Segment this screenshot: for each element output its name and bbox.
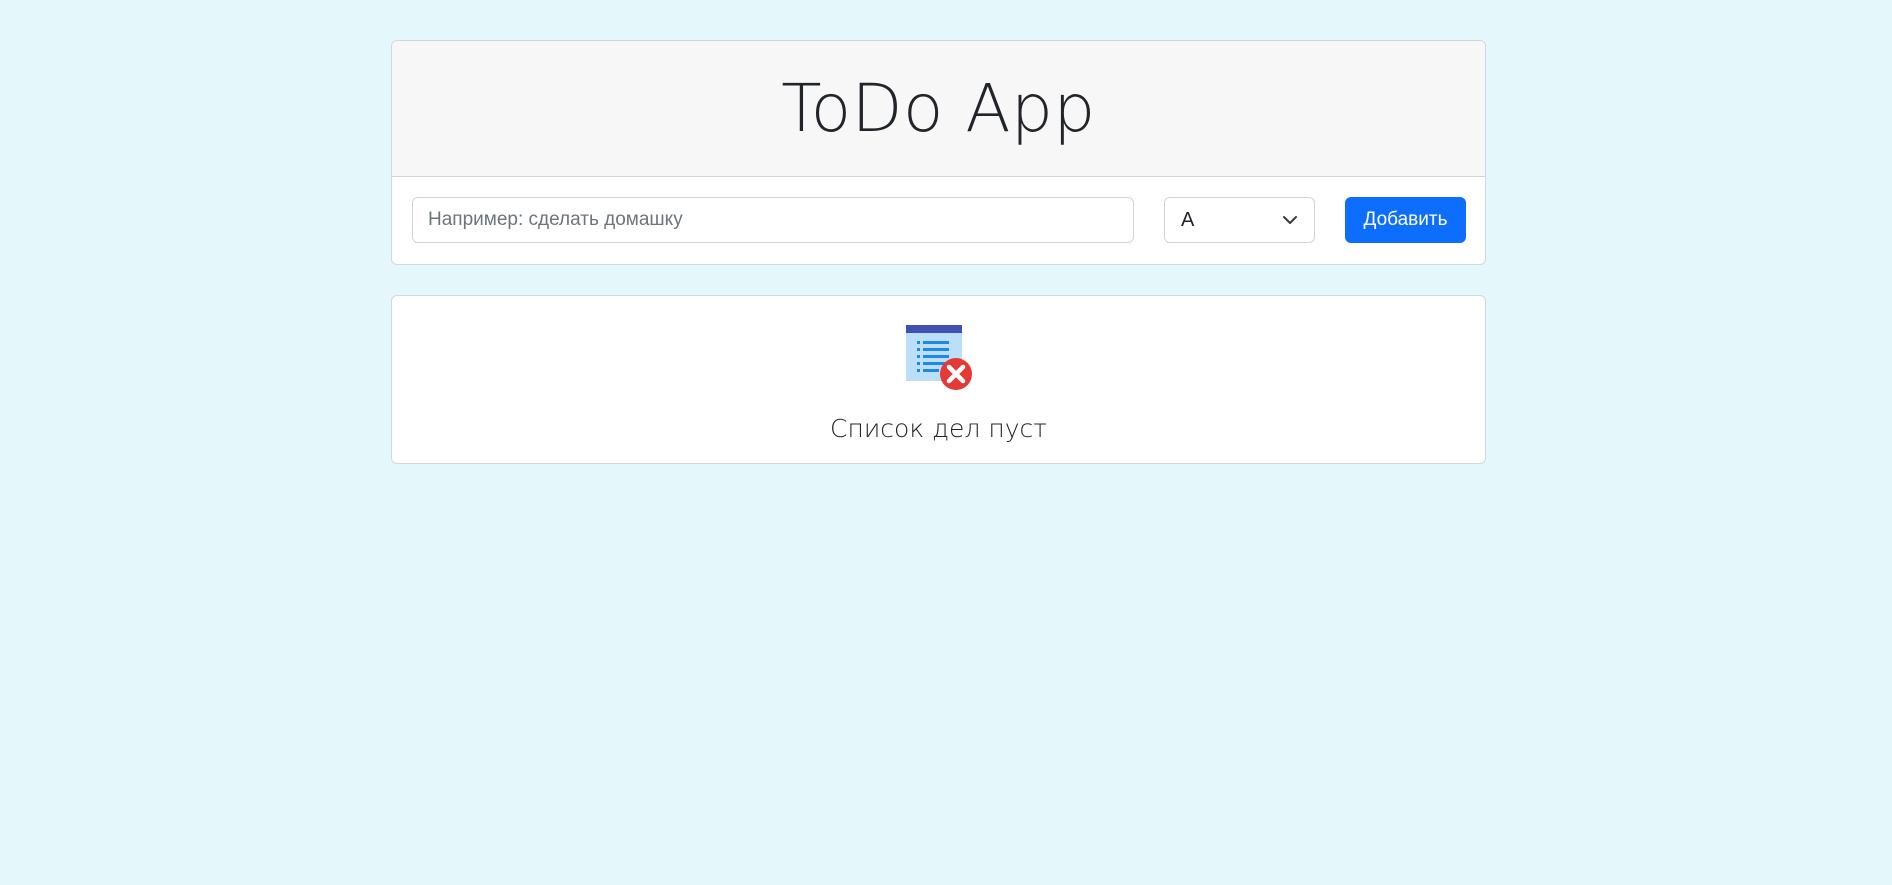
app-container: ToDo App A Добавить	[391, 40, 1486, 464]
priority-selected-value: A	[1181, 208, 1195, 231]
page-title: ToDo App	[781, 70, 1096, 147]
task-input[interactable]	[412, 197, 1134, 243]
card-header: ToDo App	[392, 41, 1485, 177]
empty-list-icon	[906, 325, 972, 390]
task-form: A Добавить	[392, 177, 1485, 264]
task-list-card: Список дел пуст	[391, 295, 1486, 464]
priority-select[interactable]: A	[1164, 197, 1315, 243]
add-task-button[interactable]: Добавить	[1345, 197, 1466, 243]
empty-list-message: Список дел пуст	[830, 414, 1047, 443]
todo-form-card: ToDo App A Добавить	[391, 40, 1486, 265]
chevron-down-icon	[1283, 216, 1297, 224]
